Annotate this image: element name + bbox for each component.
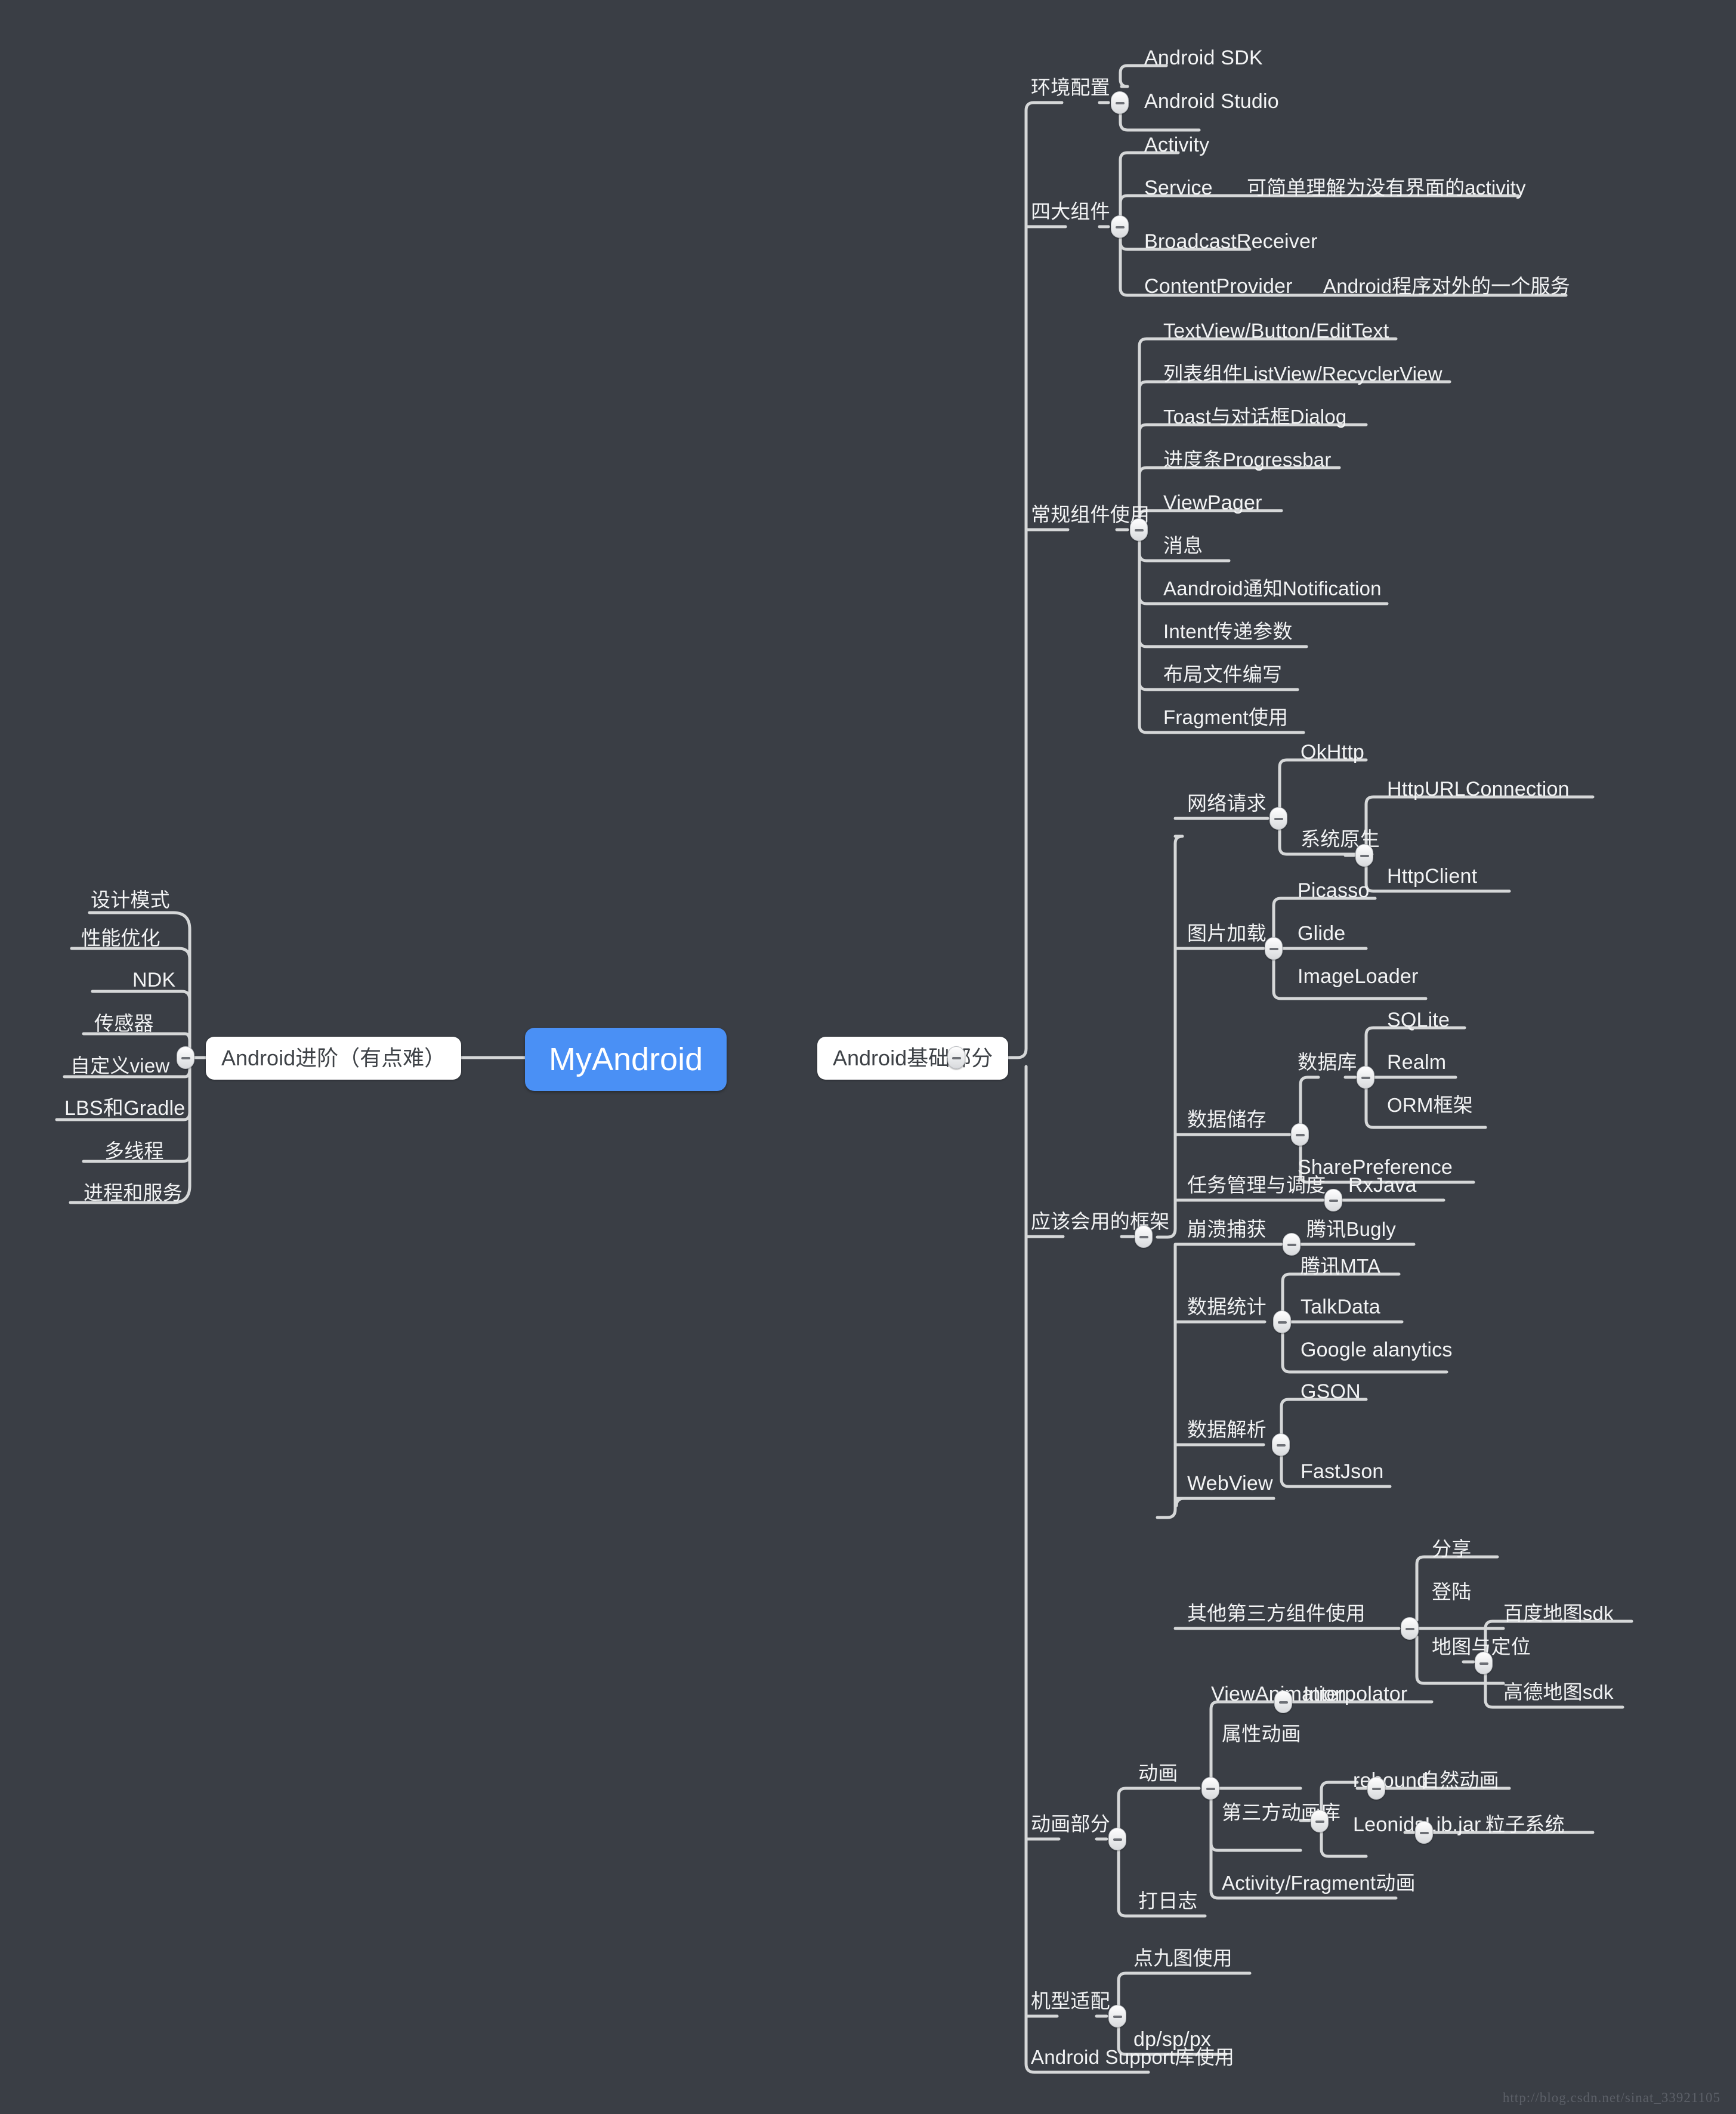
- node-imageloader[interactable]: ImageLoader: [1298, 966, 1419, 987]
- node-httpclient[interactable]: HttpClient: [1387, 866, 1477, 886]
- toggle-third-party-anim-lib[interactable]: [1311, 1810, 1329, 1832]
- toggle-four-components[interactable]: [1111, 215, 1129, 238]
- node-rxjava[interactable]: RxJava: [1348, 1175, 1417, 1195]
- toggle-frameworks[interactable]: [1135, 1225, 1153, 1248]
- toggle-task-management[interactable]: [1324, 1189, 1342, 1211]
- toggle-other-third-party[interactable]: [1401, 1617, 1419, 1640]
- node-tencent-mta[interactable]: 腾讯MTA: [1301, 1256, 1380, 1276]
- node-design-patterns[interactable]: 设计模式: [91, 890, 170, 910]
- node-activity-fragment-animation[interactable]: Activity/Fragment动画: [1222, 1873, 1416, 1893]
- node-animation[interactable]: 动画: [1138, 1763, 1178, 1783]
- node-rebound[interactable]: rebound: [1353, 1770, 1428, 1791]
- branch-android-basics[interactable]: Android基础部分: [817, 1037, 1009, 1080]
- node-animation-part[interactable]: 动画部分: [1031, 1814, 1110, 1834]
- node-content-provider[interactable]: ContentProvider: [1144, 276, 1293, 296]
- node-textview-button-edittext[interactable]: TextView/Button/EditText: [1163, 321, 1389, 341]
- node-logging[interactable]: 打日志: [1138, 1891, 1198, 1911]
- node-android-studio[interactable]: Android Studio: [1144, 91, 1279, 112]
- node-nine-patch[interactable]: 点九图使用: [1133, 1948, 1233, 1968]
- toggle-crash-capture[interactable]: [1283, 1233, 1301, 1256]
- toggle-data-storage[interactable]: [1291, 1123, 1309, 1146]
- node-data-parsing[interactable]: 数据解析: [1187, 1420, 1267, 1439]
- node-tencent-bugly[interactable]: 腾讯Bugly: [1306, 1219, 1396, 1239]
- toggle-network-request[interactable]: [1269, 807, 1287, 830]
- node-share[interactable]: 分享: [1432, 1539, 1471, 1559]
- node-custom-view[interactable]: 自定义view: [70, 1056, 169, 1075]
- node-lbs-gradle[interactable]: LBS和Gradle: [64, 1098, 185, 1118]
- toggle-animation-part[interactable]: [1108, 1828, 1126, 1850]
- toggle-image-loading[interactable]: [1265, 937, 1283, 960]
- node-performance[interactable]: 性能优化: [81, 928, 160, 948]
- toggle-data-parsing[interactable]: [1272, 1433, 1290, 1456]
- node-intent-params[interactable]: Intent传递参数: [1163, 622, 1293, 641]
- node-process-service[interactable]: 进程和服务: [84, 1183, 183, 1203]
- node-task-management[interactable]: 任务管理与调度: [1187, 1175, 1326, 1195]
- node-crash-capture[interactable]: 崩溃捕获: [1187, 1219, 1267, 1239]
- node-property-animation[interactable]: 属性动画: [1222, 1724, 1301, 1744]
- toggle-animation[interactable]: [1201, 1777, 1219, 1800]
- node-sqlite[interactable]: SQLite: [1387, 1010, 1450, 1030]
- node-device-adaptation[interactable]: 机型适配: [1031, 1991, 1110, 2011]
- node-orm-framework[interactable]: ORM框架: [1387, 1095, 1473, 1115]
- node-android-sdk[interactable]: Android SDK: [1144, 48, 1263, 68]
- node-login[interactable]: 登陆: [1432, 1582, 1471, 1602]
- note-content-provider: Android程序对外的一个服务: [1323, 275, 1570, 297]
- branch-android-advanced[interactable]: Android进阶（有点难）: [206, 1037, 462, 1080]
- node-glide[interactable]: Glide: [1298, 923, 1345, 944]
- node-gaode-map-sdk[interactable]: 高德地图sdk: [1503, 1682, 1614, 1702]
- node-particle-system[interactable]: 粒子系统: [1485, 1815, 1565, 1834]
- node-toast-dialog[interactable]: Toast与对话框Dialog: [1163, 407, 1346, 426]
- node-activity[interactable]: Activity: [1144, 135, 1209, 155]
- toggle-database[interactable]: [1357, 1066, 1374, 1089]
- node-four-components[interactable]: 四大组件: [1031, 202, 1110, 221]
- node-interpolator[interactable]: Interpolator: [1303, 1684, 1407, 1704]
- toggle-viewanimation[interactable]: [1274, 1690, 1292, 1713]
- node-env-config[interactable]: 环境配置: [1031, 78, 1110, 97]
- note-service: 可简单理解为没有界面的activity: [1247, 177, 1526, 199]
- node-image-loading[interactable]: 图片加载: [1187, 923, 1267, 943]
- node-viewpager[interactable]: ViewPager: [1163, 493, 1262, 513]
- node-listview-recyclerview[interactable]: 列表组件ListView/RecyclerView: [1163, 364, 1442, 384]
- toggle-env-config[interactable]: [1111, 91, 1129, 114]
- toggle-rebound[interactable]: [1367, 1777, 1385, 1800]
- toggle-common-widgets[interactable]: [1130, 518, 1148, 541]
- node-android-support[interactable]: Android Support库使用: [1031, 2047, 1234, 2067]
- node-natural-animation[interactable]: 自然动画: [1420, 1770, 1499, 1790]
- toggle-device-adaptation[interactable]: [1108, 2005, 1126, 2028]
- node-picasso[interactable]: Picasso: [1298, 880, 1369, 901]
- watermark: http://blog.csdn.net/sinat_33921105: [1502, 2090, 1720, 2105]
- toggle-data-statistics[interactable]: [1273, 1311, 1291, 1333]
- node-ndk[interactable]: NDK: [132, 970, 175, 990]
- node-data-storage[interactable]: 数据储存: [1187, 1109, 1267, 1129]
- node-service[interactable]: Service: [1144, 178, 1213, 198]
- root-node[interactable]: MyAndroid: [525, 1028, 727, 1091]
- node-sensor[interactable]: 传感器: [94, 1013, 154, 1033]
- node-fragment-usage[interactable]: Fragment使用: [1163, 707, 1288, 727]
- node-data-statistics[interactable]: 数据统计: [1187, 1297, 1267, 1316]
- node-gson[interactable]: GSON: [1301, 1381, 1361, 1402]
- toggle-map-location[interactable]: [1475, 1652, 1493, 1674]
- node-broadcast-receiver[interactable]: BroadcastReceiver: [1144, 231, 1318, 252]
- toggle-leonidslib[interactable]: [1415, 1821, 1433, 1844]
- node-baidu-map-sdk[interactable]: 百度地图sdk: [1503, 1603, 1614, 1623]
- toggle-android-basics[interactable]: [947, 1046, 965, 1069]
- node-network-request[interactable]: 网络请求: [1187, 793, 1267, 813]
- toggle-android-advanced[interactable]: [177, 1046, 194, 1069]
- node-httpurlconnection[interactable]: HttpURLConnection: [1387, 779, 1570, 799]
- node-webview[interactable]: WebView: [1187, 1473, 1273, 1494]
- node-okhttp[interactable]: OkHttp: [1301, 742, 1364, 762]
- node-talkdata[interactable]: TalkData: [1301, 1297, 1380, 1317]
- node-notification[interactable]: Aandroid通知Notification: [1163, 579, 1382, 598]
- node-layout-file[interactable]: 布局文件编写: [1163, 665, 1282, 684]
- node-multithreading[interactable]: 多线程: [104, 1141, 164, 1161]
- node-fastjson[interactable]: FastJson: [1301, 1461, 1384, 1482]
- node-message[interactable]: 消息: [1163, 536, 1203, 555]
- node-database[interactable]: 数据库: [1298, 1052, 1357, 1072]
- mindmap-canvas: MyAndroid Android进阶（有点难） 设计模式 性能优化 NDK 传…: [0, 0, 1736, 2114]
- node-google-analytics[interactable]: Google alanytics: [1301, 1340, 1453, 1360]
- node-realm[interactable]: Realm: [1387, 1052, 1446, 1073]
- node-progressbar[interactable]: 进度条Progressbar: [1163, 450, 1332, 469]
- toggle-system-native[interactable]: [1355, 844, 1373, 867]
- node-other-third-party[interactable]: 其他第三方组件使用: [1187, 1603, 1366, 1623]
